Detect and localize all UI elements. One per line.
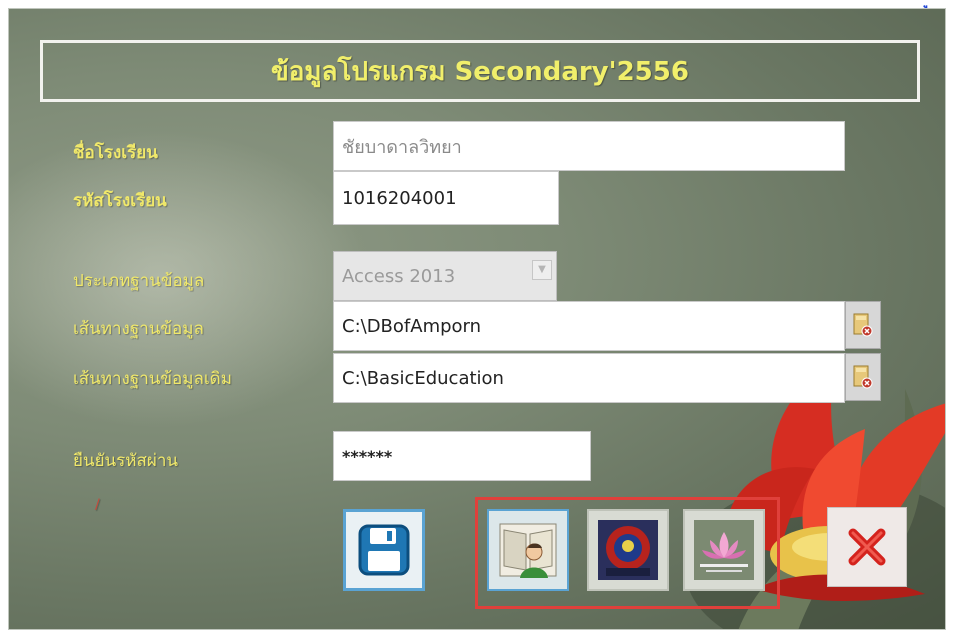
- teacher-book-icon: [499, 523, 557, 578]
- db-path-old-field[interactable]: C:\BasicEducation: [333, 353, 845, 403]
- school-code-field[interactable]: 1016204001: [333, 171, 559, 225]
- folder-delete-icon: [853, 365, 873, 389]
- small-mark: /: [95, 497, 100, 513]
- folder-delete-icon: [853, 313, 873, 337]
- db-type-select[interactable]: Access 2013 ▼: [333, 251, 557, 301]
- chevron-down-icon[interactable]: ▼: [532, 260, 552, 280]
- db-path-old-label: เส้นทางฐานข้อมูลเดิม: [73, 369, 232, 389]
- db-type-value: Access 2013: [342, 265, 456, 287]
- confirm-password-label: ยืนยันรหัสผ่าน: [73, 451, 179, 471]
- page-title: ข้อมูลโปรแกรม Secondary'2556: [271, 56, 689, 87]
- db-path-field[interactable]: C:\DBofAmporn: [333, 301, 845, 351]
- close-x-icon: [848, 528, 886, 566]
- school-logo-button[interactable]: [587, 509, 669, 591]
- save-button[interactable]: [343, 509, 425, 591]
- db-path-label: เส้นทางฐานข้อมูล: [73, 319, 204, 339]
- school-name-field[interactable]: ชัยบาดาลวิทยา: [333, 121, 845, 171]
- teacher-button[interactable]: [487, 509, 569, 591]
- close-button[interactable]: [827, 507, 907, 587]
- lotus-button[interactable]: [683, 509, 765, 591]
- school-name-label: ชื่อโรงเรียน: [73, 143, 158, 163]
- school-code-label: รหัสโรงเรียน: [73, 191, 167, 211]
- title-banner: ข้อมูลโปรแกรม Secondary'2556: [40, 40, 920, 102]
- db-type-label: ประเภทฐานข้อมูล: [73, 271, 205, 291]
- school-logo-icon: [598, 520, 658, 580]
- db-path-browse-button[interactable]: [845, 301, 881, 349]
- corner-glyph: ู: [928, 0, 942, 6]
- db-path-old-browse-button[interactable]: [845, 353, 881, 401]
- lotus-icon: [694, 520, 754, 580]
- program-info-window: ข้อมูลโปรแกรม Secondary'2556 ชื่อโรงเรีย…: [8, 8, 946, 630]
- floppy-disk-icon: [358, 524, 410, 576]
- confirm-password-field[interactable]: ******: [333, 431, 591, 481]
